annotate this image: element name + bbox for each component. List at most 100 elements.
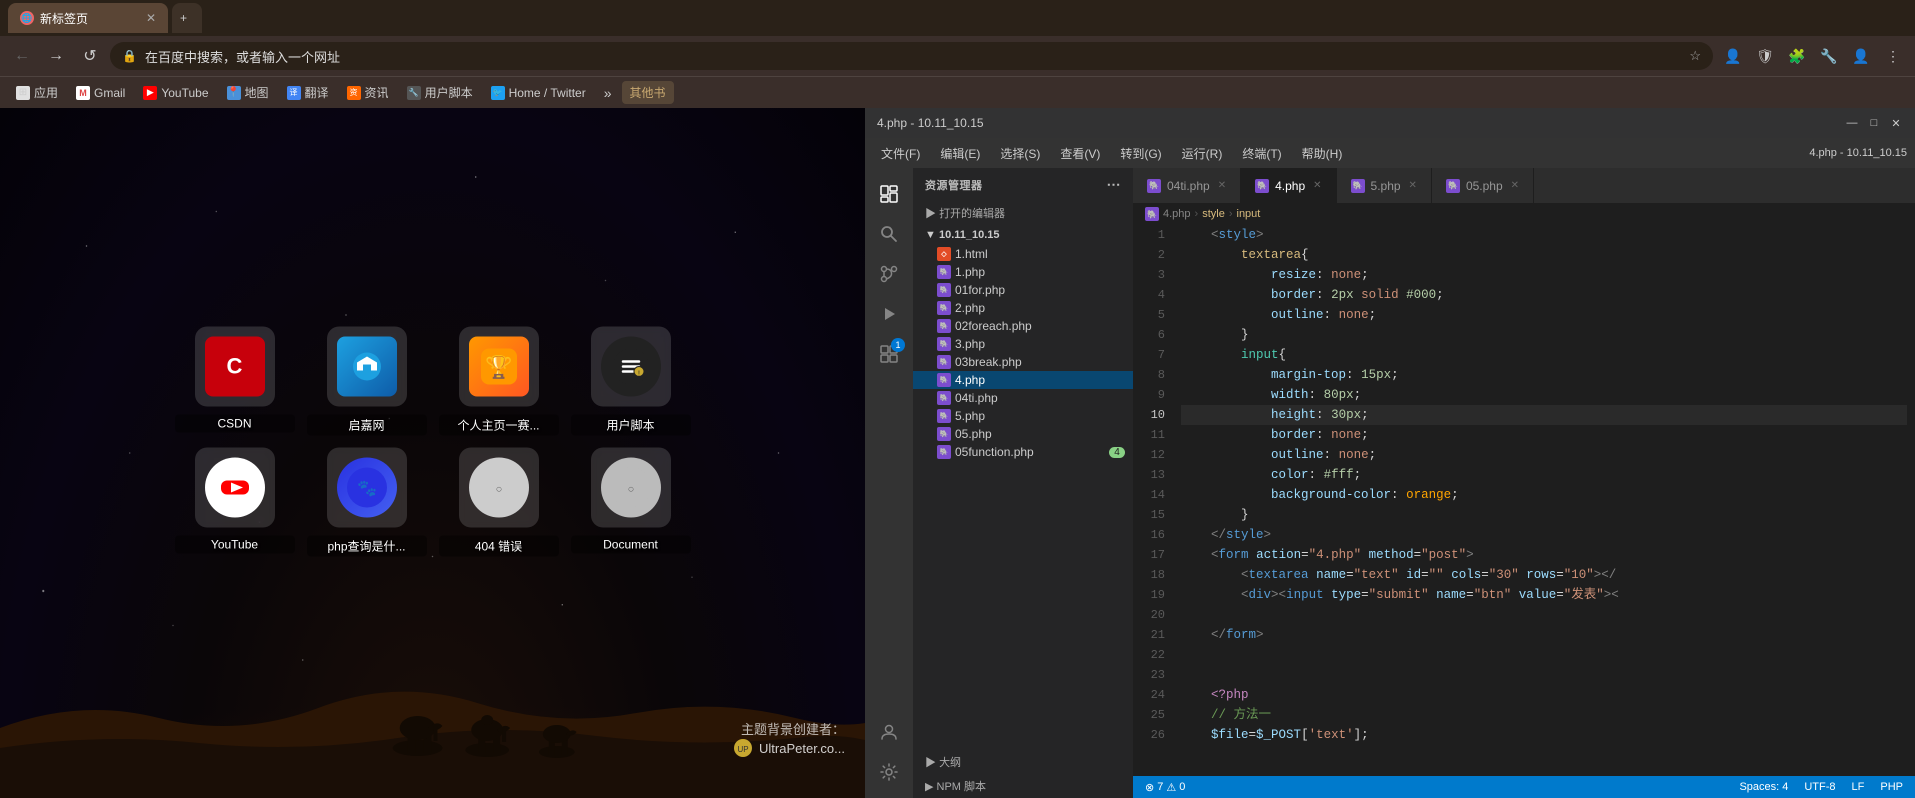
ln23: 23	[1141, 665, 1165, 685]
status-language[interactable]: PHP	[1876, 781, 1907, 793]
bookmark-news[interactable]: 资 资讯	[339, 81, 397, 104]
shortcut-csdn[interactable]: C CSDN	[175, 327, 295, 436]
code-editor[interactable]: 1 2 3 4 5 6 7 8 9 10 11 12 13 14	[1133, 225, 1915, 776]
bookmark-youtube[interactable]: ▶ YouTube	[135, 83, 216, 103]
ln4: 4	[1141, 285, 1165, 305]
svg-text:!: !	[638, 371, 640, 378]
puzzle-icon[interactable]: 🔧	[1815, 42, 1843, 70]
file-3php[interactable]: 🐘 3.php	[913, 335, 1133, 353]
sidebar-menu-icon[interactable]: ⋯	[1107, 176, 1122, 193]
status-line-ending[interactable]: LF	[1848, 781, 1869, 793]
bookmark-apps[interactable]: ⊞ 应用	[8, 81, 66, 104]
shortcut-document[interactable]: ○ Document	[571, 448, 691, 557]
tab-close-btn[interactable]: ✕	[146, 11, 156, 25]
address-bar[interactable]: 🔒 在百度中搜索，或者输入一个网址 ☆	[110, 42, 1713, 70]
tab-icon-5php: 🐘	[1351, 179, 1365, 193]
status-encoding[interactable]: UTF-8	[1800, 781, 1839, 793]
file-01for[interactable]: 🐘 01for.php	[913, 281, 1133, 299]
profile-icon[interactable]: 👤	[1719, 42, 1747, 70]
tab-5php[interactable]: 🐘 5.php ✕	[1337, 168, 1432, 203]
activity-settings[interactable]	[871, 754, 907, 790]
bookmark-other[interactable]: 其他书	[622, 81, 674, 104]
status-errors[interactable]: ⊗ 7 ⚠ 0	[1141, 781, 1189, 794]
file-05php[interactable]: 🐘 05.php	[913, 425, 1133, 443]
file-02foreach[interactable]: 🐘 02foreach.php	[913, 317, 1133, 335]
file-05function[interactable]: 🐘 05function.php 4	[913, 443, 1133, 461]
shortcut-label-csdn: CSDN	[175, 415, 295, 433]
menu-goto[interactable]: 转到(G)	[1112, 141, 1169, 166]
userscript-favicon: 🔧	[407, 86, 421, 100]
ln13: 13	[1141, 465, 1165, 485]
open-editors-section[interactable]: ▶ 打开的编辑器	[913, 201, 1133, 225]
shield-icon[interactable]: 🛡	[1751, 42, 1779, 70]
bookmark-more[interactable]: »	[596, 82, 620, 104]
title-right: 4.php - 10.11_10.15	[1809, 147, 1907, 159]
tab-close-4php[interactable]: ✕	[1313, 180, 1321, 191]
menu-file[interactable]: 文件(F)	[873, 141, 928, 166]
minimize-btn[interactable]: —	[1845, 116, 1859, 130]
activity-extensions[interactable]: 1	[871, 336, 907, 372]
shortcut-personal[interactable]: 🏆 个人主页一赛...	[439, 327, 559, 436]
new-tab-btn[interactable]: +	[172, 3, 202, 33]
file-1php[interactable]: 🐘 1.php	[913, 263, 1133, 281]
file-03break[interactable]: 🐘 03break.php	[913, 353, 1133, 371]
folder-section[interactable]: ▼ 10.11_10.15	[913, 225, 1133, 245]
file-2php[interactable]: 🐘 2.php	[913, 299, 1133, 317]
bookmark-twitter[interactable]: 🐦 Home / Twitter	[483, 83, 594, 103]
file-1html[interactable]: ◇ 1.html	[913, 245, 1133, 263]
html-icon: ◇	[937, 247, 951, 261]
bookmark-translate[interactable]: 译 翻译	[279, 81, 337, 104]
activity-account[interactable]	[871, 714, 907, 750]
code-content[interactable]: <style> textarea{ resize: none; border: …	[1173, 225, 1915, 776]
bookmark-userscript[interactable]: 🔧 用户脚本	[399, 81, 481, 104]
ln19: 19	[1141, 585, 1165, 605]
active-tab[interactable]: 🌐 新标签页 ✕	[8, 3, 168, 33]
tab-4php[interactable]: 🐘 4.php ✕	[1241, 168, 1336, 203]
activity-debug[interactable]	[871, 296, 907, 332]
file-4php[interactable]: 🐘 4.php	[913, 371, 1133, 389]
lock-icon: 🔒	[122, 49, 137, 63]
forward-btn[interactable]: →	[42, 42, 70, 70]
reload-btn[interactable]: ↺	[76, 42, 104, 70]
back-btn[interactable]: ←	[8, 42, 36, 70]
menu-btn[interactable]: ⋮	[1879, 42, 1907, 70]
tab-close-05php[interactable]: ✕	[1511, 180, 1519, 191]
npm-section[interactable]: ▶ NPM 脚本	[913, 774, 1133, 798]
star-icon[interactable]: ☆	[1689, 48, 1701, 64]
menu-help[interactable]: 帮助(H)	[1294, 141, 1351, 166]
close-btn[interactable]: ✕	[1889, 116, 1903, 130]
warning-icon: ⚠	[1166, 781, 1176, 794]
tab-05php[interactable]: 🐘 05.php ✕	[1432, 168, 1534, 203]
shortcut-userscript[interactable]: ! 用户脚本	[571, 327, 691, 436]
menu-edit[interactable]: 编辑(E)	[932, 141, 988, 166]
status-spaces[interactable]: Spaces: 4	[1735, 781, 1792, 793]
shortcut-404[interactable]: ○ 404 错误	[439, 448, 559, 557]
shortcut-label-qijia: 启嘉网	[307, 415, 427, 436]
tab-04ti[interactable]: 🐘 04ti.php ✕	[1133, 168, 1241, 203]
activity-search[interactable]	[871, 216, 907, 252]
bookmark-gmail[interactable]: M Gmail	[68, 83, 133, 103]
menu-terminal[interactable]: 终端(T)	[1234, 141, 1289, 166]
tab-close-5php[interactable]: ✕	[1409, 180, 1417, 191]
activity-explorer[interactable]	[871, 176, 907, 212]
shortcut-baidu[interactable]: 🐾 php查询是什...	[307, 448, 427, 557]
file-04ti[interactable]: 🐘 04ti.php	[913, 389, 1133, 407]
menu-select[interactable]: 选择(S)	[992, 141, 1048, 166]
user-avatar[interactable]: 👤	[1847, 42, 1875, 70]
outline-section[interactable]: ▶ 大纲	[913, 750, 1133, 774]
maximize-btn[interactable]: □	[1867, 116, 1881, 130]
code-line-8: margin-top: 15px;	[1181, 365, 1907, 385]
ln18: 18	[1141, 565, 1165, 585]
shortcut-icon-baidu: 🐾	[327, 448, 407, 528]
extension-icon[interactable]: 🧩	[1783, 42, 1811, 70]
shortcut-youtube[interactable]: YouTube	[175, 448, 295, 557]
sidebar-bottom: ▶ 大纲 ▶ NPM 脚本	[913, 750, 1133, 798]
shortcut-qijia[interactable]: 启嘉网	[307, 327, 427, 436]
menu-run[interactable]: 运行(R)	[1174, 141, 1231, 166]
activity-source-control[interactable]	[871, 256, 907, 292]
tab-close-04ti[interactable]: ✕	[1218, 180, 1226, 191]
bookmark-map[interactable]: 📍 地图	[219, 81, 277, 104]
file-name-1php: 1.php	[955, 265, 985, 279]
menu-view[interactable]: 查看(V)	[1052, 141, 1108, 166]
file-5php[interactable]: 🐘 5.php	[913, 407, 1133, 425]
